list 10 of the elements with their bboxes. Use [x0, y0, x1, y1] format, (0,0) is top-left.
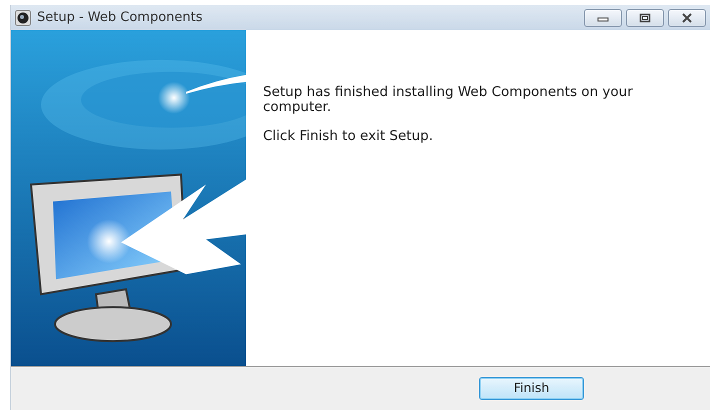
minimize-button[interactable] — [584, 8, 622, 26]
window-title: Setup - Web Components — [37, 8, 203, 27]
close-icon — [681, 12, 693, 22]
message-text: Click Finish to exit Setup. — [263, 128, 434, 144]
maximize-icon — [639, 12, 651, 22]
close-button[interactable] — [668, 8, 706, 26]
app-icon — [15, 10, 31, 26]
maximize-button[interactable] — [626, 8, 664, 26]
finish-button[interactable]: Finish — [479, 377, 584, 400]
message-text: Setup has finished installing Web Components on your computer. — [263, 85, 634, 115]
